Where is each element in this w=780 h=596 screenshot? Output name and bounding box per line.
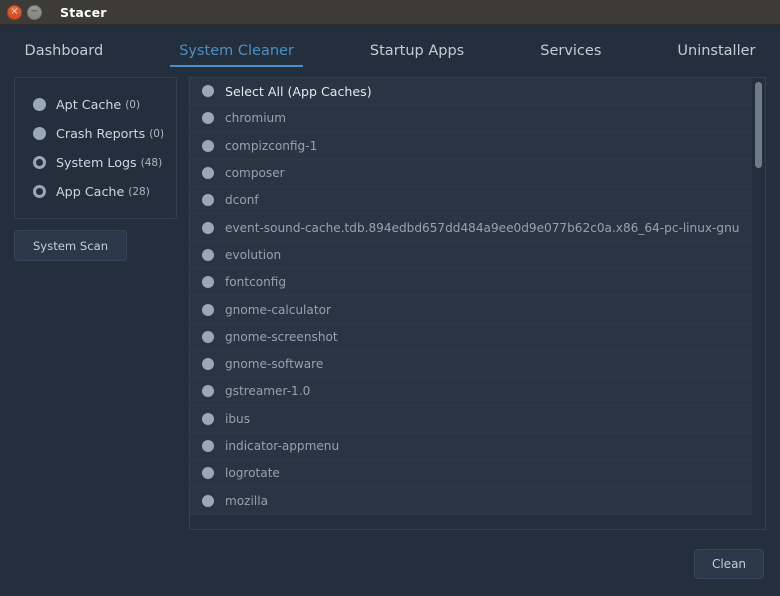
checkbox-icon[interactable] <box>202 385 214 398</box>
category-label: App Cache <box>56 184 125 199</box>
list-item[interactable]: mozilla <box>190 487 765 515</box>
tab-label: Dashboard <box>24 42 104 59</box>
list-item[interactable]: indicator-appmenu <box>190 432 765 461</box>
tab-label: Startup Apps <box>369 42 465 59</box>
list-item-label: evolution <box>225 247 282 262</box>
checkbox-icon[interactable] <box>202 276 214 289</box>
checkbox-icon[interactable] <box>202 85 214 98</box>
list-item-label: mozilla <box>225 493 269 508</box>
list-item[interactable]: chromium <box>190 105 765 133</box>
checkbox-icon[interactable] <box>202 112 214 125</box>
checkbox-icon[interactable] <box>33 156 46 169</box>
checkbox-icon[interactable] <box>202 167 214 180</box>
app-body: Dashboard System Cleaner Startup Apps Servi… <box>0 25 780 596</box>
checkbox-icon[interactable] <box>33 127 46 140</box>
list-item[interactable]: logrotate <box>190 460 765 488</box>
list-item[interactable]: gnome-calculator <box>190 296 765 324</box>
list-item-label: gnome-software <box>225 357 324 372</box>
category-label: System Logs <box>56 155 137 170</box>
list-item-label: event-sound-cache.tdb.894edbd657dd484a9e… <box>225 220 740 235</box>
list-item-label: dconf <box>225 193 259 208</box>
cache-list-rows: Select All (App Caches) chromium compizcon… <box>190 78 765 529</box>
checkbox-icon[interactable] <box>202 330 214 343</box>
tab-startup-apps[interactable]: Startup Apps <box>368 37 466 66</box>
checkbox-icon[interactable] <box>202 303 214 316</box>
list-item[interactable]: gnome-software <box>190 350 765 379</box>
tab-services[interactable]: Services <box>538 37 603 66</box>
checkbox-icon[interactable] <box>202 467 214 480</box>
list-item[interactable]: gnome-screenshot <box>190 323 765 351</box>
list-item-label: gstreamer-1.0 <box>225 384 311 399</box>
list-item[interactable]: fontconfig <box>190 269 765 297</box>
clean-button[interactable]: Clean <box>694 549 764 579</box>
checkbox-icon[interactable] <box>33 98 46 111</box>
system-scan-button[interactable]: System Scan <box>14 230 127 261</box>
tab-uninstaller[interactable]: Uninstaller <box>675 37 757 66</box>
category-count: (0) <box>125 98 141 111</box>
system-scan-label: System Scan <box>32 238 109 253</box>
list-item-label: ibus <box>225 411 251 426</box>
clean-button-label: Clean <box>711 557 747 571</box>
list-item-label: indicator-appmenu <box>225 439 340 453</box>
tab-system-cleaner[interactable]: System Cleaner <box>170 37 303 67</box>
list-item-label: chromium <box>225 111 287 126</box>
list-item[interactable]: ibus <box>190 405 765 433</box>
list-item[interactable]: dconf <box>190 187 765 215</box>
list-scrollbar[interactable] <box>752 78 765 529</box>
main-content: Apt Cache (0) Crash Reports (0) System Logs(… <box>0 77 780 540</box>
list-item[interactable]: event-sound-cache.tdb.894edbd657dd484a9e… <box>190 214 765 242</box>
tab-label: Uninstaller <box>677 42 756 59</box>
list-item-label: logrotate <box>225 466 280 481</box>
category-system-logs[interactable]: System Logs (48) <box>15 148 176 177</box>
close-icon[interactable]: × <box>7 4 22 20</box>
checkbox-icon[interactable] <box>202 494 214 507</box>
tab-label: System Cleaner <box>179 42 294 59</box>
tab-bar: Dashboard System Cleaner Startup Apps Servi… <box>0 25 780 77</box>
window-title: Stacer <box>60 4 107 20</box>
category-count: (28) <box>128 185 150 198</box>
checkbox-icon[interactable] <box>202 248 214 261</box>
checkbox-icon[interactable] <box>202 358 214 371</box>
list-item-label: gnome-screenshot <box>225 329 338 344</box>
list-item[interactable]: composer <box>190 159 765 188</box>
list-item-label: fontconfig <box>225 275 287 290</box>
list-item[interactable]: evolution <box>190 241 765 270</box>
cache-list-box: Select All (App Caches) chromium compizcon… <box>189 77 766 530</box>
list-item-label: gnome-calculator <box>225 302 331 317</box>
category-apt-cache[interactable]: Apt Cache (0) <box>15 90 176 119</box>
checkbox-icon[interactable] <box>202 194 214 207</box>
minimize-icon[interactable]: − <box>27 4 42 20</box>
category-app-cache[interactable]: App Cache (28) <box>15 177 176 206</box>
cache-list-panel: Select All (App Caches) chromium compizcon… <box>189 77 766 540</box>
footer: Clean <box>0 540 780 596</box>
tab-dashboard[interactable]: Dashboard <box>23 37 106 66</box>
checkbox-icon[interactable] <box>33 185 46 198</box>
list-item-label: compizconfig-1 <box>225 138 318 153</box>
category-label: Crash Reports <box>56 126 146 141</box>
cleaner-category-group: Apt Cache (0) Crash Reports (0) System Logs(… <box>14 77 177 219</box>
sidebar: Apt Cache (0) Crash Reports (0) System Logs(… <box>14 77 177 540</box>
list-item-label: composer <box>225 166 285 181</box>
category-count: (0) <box>149 127 165 140</box>
category-crash-reports[interactable]: Crash Reports (0) <box>15 119 176 148</box>
checkbox-icon[interactable] <box>202 221 214 234</box>
tab-label: Services <box>540 42 602 59</box>
list-item[interactable]: compizconfig-1 <box>190 132 765 160</box>
checkbox-icon[interactable] <box>202 412 214 425</box>
select-all-label: Select All (App Caches) <box>225 83 372 99</box>
category-count: (48) <box>140 156 163 169</box>
checkbox-icon[interactable] <box>202 440 214 452</box>
title-bar: × − Stacer <box>0 0 780 25</box>
list-scrollbar-thumb[interactable] <box>755 82 762 168</box>
select-all-row[interactable]: Select All (App Caches) <box>190 78 765 106</box>
checkbox-icon[interactable] <box>202 139 214 152</box>
list-item[interactable]: gstreamer-1.0 <box>190 378 765 406</box>
category-label: Apt Cache <box>56 97 122 112</box>
